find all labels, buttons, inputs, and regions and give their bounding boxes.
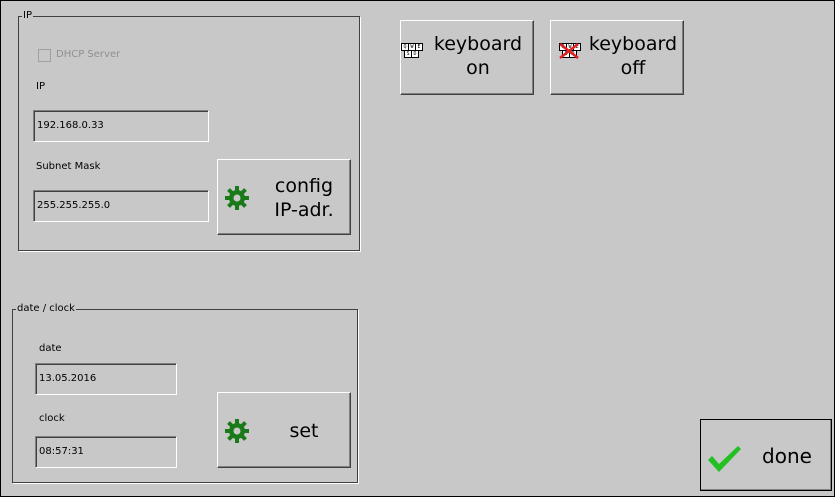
date-field[interactable]: 13.05.2016 [35,363,177,395]
clock-label: clock [39,413,65,424]
gear-icon [225,419,249,443]
dhcp-server-label: DHCP Server [56,49,121,60]
set-datetime-button[interactable]: set [217,392,351,468]
keyboard-off-line2: off [620,57,646,79]
date-clock-legend: date / clock [17,303,75,314]
keyboard-on-button[interactable]: Q W E S D keyboard on [400,20,534,95]
config-button-line2: IP-adr. [274,199,334,221]
clock-field[interactable]: 08:57:31 [35,436,177,468]
config-ip-button[interactable]: config IP-adr. [217,159,351,235]
ip-label: IP [36,81,45,92]
done-button-label: done [762,444,812,468]
subnet-mask-field[interactable]: 255.255.255.0 [33,190,209,222]
checkmark-icon [708,446,741,472]
keyboard-off-line1: keyboard [588,33,678,55]
config-button-line1: config [274,175,334,197]
keyboard-on-line2: on [466,57,490,79]
ip-address-field[interactable]: 192.168.0.33 [33,110,209,142]
keyboard-on-line1: keyboard [433,33,523,55]
settings-window: IP DHCP Server IP 192.168.0.33 Subnet Ma… [0,0,835,497]
dhcp-server-checkbox[interactable] [38,49,51,62]
keyboard-icon: Q W E S D [401,43,423,59]
gear-icon [225,186,249,210]
keyboard-off-button[interactable]: Q W E S D keyboard off [550,20,684,95]
keyboard-off-icon: Q W E S D [559,43,581,59]
set-button-label: set [289,420,319,442]
subnet-mask-label: Subnet Mask [36,161,101,172]
date-label: date [39,343,62,354]
done-button[interactable]: done [700,419,832,491]
ip-group-legend: IP [23,10,32,21]
